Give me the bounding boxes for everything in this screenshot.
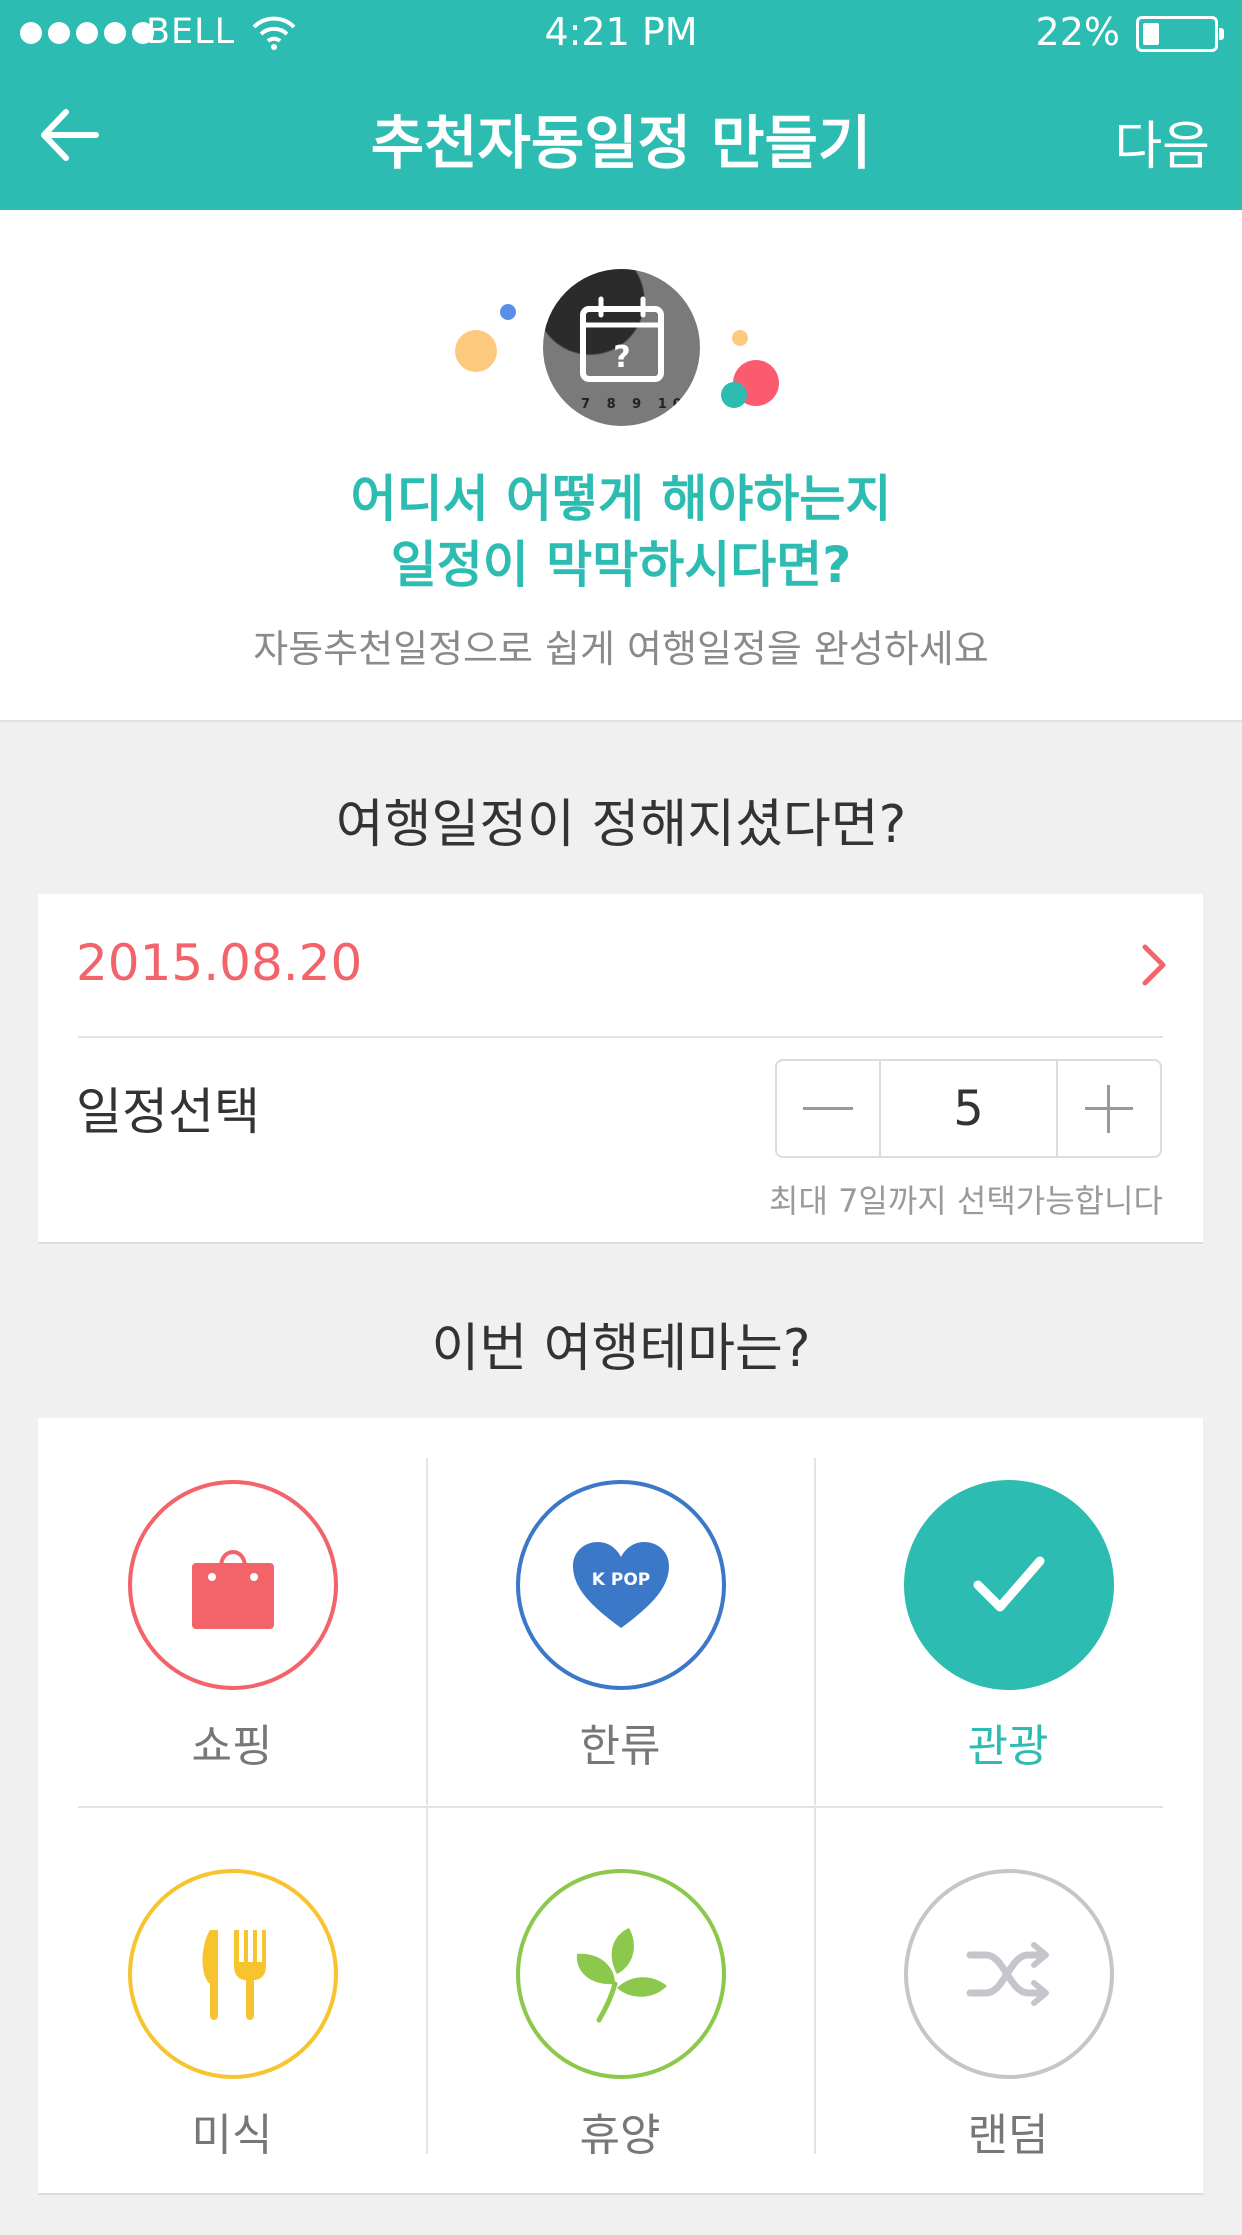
theme-food[interactable]: 미식 — [38, 1807, 426, 2195]
theme-ring — [904, 1869, 1114, 2079]
theme-ring — [128, 1869, 338, 2079]
theme-ring — [516, 1869, 726, 2079]
decor-dot — [721, 382, 747, 408]
days-stepper: 5 — [775, 1059, 1162, 1158]
theme-shopping[interactable]: 쇼핑 — [38, 1418, 426, 1806]
page-title: 추천자동일정 만들기 — [370, 109, 872, 177]
divider — [78, 1036, 1163, 1038]
date-selector[interactable]: 2015.08.20 — [38, 894, 1203, 1036]
theme-sightseeing[interactable]: 관광 — [814, 1418, 1202, 1806]
battery-percent: 22% — [1035, 10, 1120, 54]
calendar-numbers: 7 8 9 10 — [581, 397, 688, 412]
theme-ring: K POP — [516, 1480, 726, 1690]
theme-ring — [128, 1480, 338, 1690]
theme-resort[interactable]: 휴양 — [426, 1807, 814, 2195]
kpop-heart-icon: K POP — [573, 1542, 669, 1628]
hero-headline-line1: 어디서 어떻게 해야하는지 — [350, 470, 892, 528]
schedule-section-title: 여행일정이 정해지셨다면? — [335, 795, 907, 855]
status-bar: BELL 4:21 PM 22% — [0, 0, 1242, 68]
theme-label: 휴양 — [579, 2110, 661, 2161]
schedule-label: 일정선택 — [76, 1083, 260, 1141]
minus-icon — [803, 1106, 853, 1110]
theme-label: 쇼핑 — [191, 1721, 273, 1772]
increment-button[interactable] — [1058, 1061, 1160, 1156]
max-days-hint: 최대 7일까지 선택가능합니다 — [769, 1182, 1163, 1220]
selected-date: 2015.08.20 — [76, 934, 363, 992]
plus-icon — [1085, 1084, 1133, 1133]
theme-label: 랜덤 — [967, 2110, 1049, 2161]
decrement-button[interactable] — [777, 1061, 879, 1156]
battery-icon — [1136, 16, 1224, 52]
hero-subtitle: 자동추천일정으로 쉽게 여행일정을 완성하세요 — [253, 627, 989, 671]
hero-headline-line2: 일정이 막막하시다면? — [390, 536, 852, 594]
shuffle-icon — [966, 1942, 1049, 2006]
decor-dot — [732, 330, 748, 346]
theme-random[interactable]: 랜덤 — [814, 1807, 1202, 2195]
hero-headline: 어디서 어떻게 해야하는지 일정이 막막하시다면? — [0, 466, 1242, 598]
decor-dot — [455, 330, 497, 372]
theme-label: 관광 — [967, 1721, 1049, 1772]
hero-section: ? 7 8 9 10 어디서 어떻게 해야하는지 일정이 막막하시다면? 자동추… — [0, 210, 1242, 722]
kpop-text: K POP — [592, 1570, 650, 1590]
decor-dot — [500, 304, 516, 320]
chevron-right-icon — [1142, 944, 1166, 986]
schedule-card: 2015.08.20 일정선택 5 최대 7일까지 선택가능합니다 — [38, 894, 1203, 1244]
theme-grid: 쇼핑 K POP 한류 관광 미식 휴양 랜덤 — [38, 1418, 1203, 2195]
theme-label: 한류 — [579, 1721, 661, 1772]
header: BELL 4:21 PM 22% 추천자동일정 만들기 다음 — [0, 0, 1242, 210]
check-icon — [973, 1556, 1045, 1612]
theme-section-title: 이번 여행테마는? — [431, 1319, 811, 1379]
fork-knife-icon — [202, 1930, 266, 2020]
theme-ring — [904, 1480, 1114, 1690]
shopping-bag-icon — [192, 1550, 274, 1629]
days-value: 5 — [879, 1061, 1058, 1156]
next-button[interactable]: 다음 — [1114, 104, 1210, 179]
calendar-photo: ? 7 8 9 10 — [543, 269, 700, 426]
leaf-icon — [576, 1928, 667, 2023]
theme-kpop[interactable]: K POP 한류 — [426, 1418, 814, 1806]
svg-text:?: ? — [613, 340, 630, 375]
theme-label: 미식 — [191, 2110, 273, 2161]
